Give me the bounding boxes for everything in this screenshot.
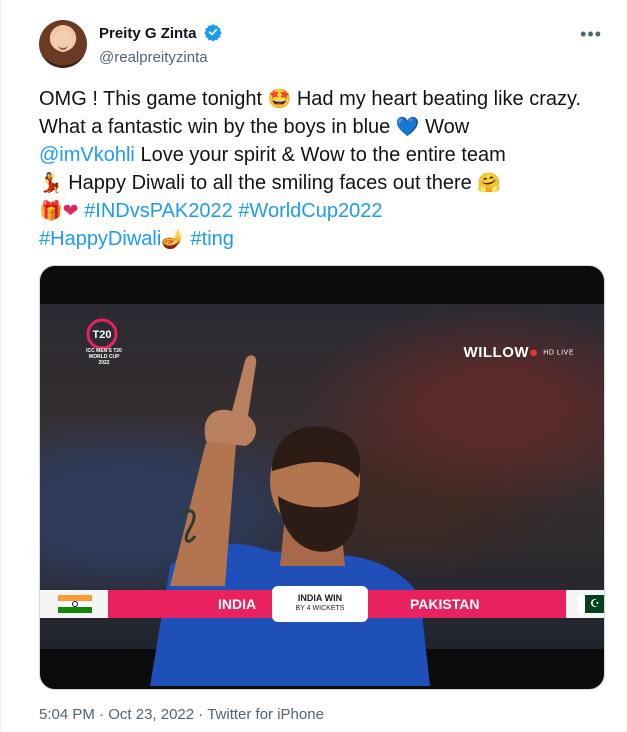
tweet-text-segment: Wow — [419, 116, 470, 138]
red-heart-emoji-icon: ❤ — [62, 200, 79, 222]
score-bar: ☪ INDIA INDIA WIN BY 4 WICKETS PAKISTAN — [40, 586, 604, 622]
dancer-emoji-icon: 💃 — [39, 172, 63, 194]
hashtag-link[interactable]: #INDvsPAK2022 — [84, 200, 233, 222]
gift-emoji-icon: 🎁 — [39, 200, 63, 222]
hashtag-link[interactable]: #WorldCup2022 — [238, 200, 382, 222]
separator: · — [94, 706, 109, 723]
author-handle[interactable]: @realpreityzinta — [99, 49, 222, 66]
more-options-icon[interactable]: ••• — [580, 24, 602, 45]
crescent-icon: ☪ — [590, 598, 600, 610]
tweet-photo[interactable]: T20 ICC MEN'S T20 WORLD CUP 2022 WILLOW●… — [39, 265, 605, 690]
tweet-metadata: 5:04 PM · Oct 23, 2022 · Twitter for iPh… — [39, 706, 324, 723]
team-left-name: INDIA — [218, 596, 257, 612]
result-sub: BY 4 WICKETS — [295, 605, 345, 612]
pakistan-flag-icon: ☪ — [578, 595, 604, 613]
diya-lamp-emoji-icon: 🪔 — [161, 228, 185, 250]
tweet-text-segment: Love your spirit & Wow to the entire tea… — [134, 144, 506, 166]
author-names: Preity G Zinta @realpreityzinta — [99, 23, 222, 66]
team-right-name: PAKISTAN — [410, 596, 480, 612]
tweet-time[interactable]: 5:04 PM — [39, 706, 95, 723]
broadcaster-name: WILLOW — [463, 344, 530, 361]
player-illustration — [150, 355, 430, 686]
broadcaster-sub: HD LIVE — [543, 349, 574, 357]
verified-badge-icon — [204, 23, 222, 46]
cricket-ball-icon: ● — [529, 344, 539, 361]
tweet-source[interactable]: Twitter for iPhone — [207, 706, 324, 723]
tweet-text: OMG ! This game tonight 🤩 Had my heart b… — [39, 85, 609, 253]
tweet-text-segment: OMG ! This game tonight — [39, 88, 268, 110]
avatar[interactable] — [39, 20, 87, 68]
hugging-emoji-icon: 🤗 — [477, 172, 501, 194]
hashtag-link[interactable]: #HappyDiwali — [39, 228, 161, 250]
tournament-name: ICC MEN'S T20 WORLD CUP 2022 — [86, 348, 122, 366]
tweet-header: Preity G Zinta @realpreityzinta ••• — [39, 18, 608, 70]
result-main: INDIA WIN — [297, 593, 343, 603]
tweet-date[interactable]: Oct 23, 2022 — [108, 706, 194, 723]
mention-link[interactable]: @imVkohli — [39, 144, 135, 166]
separator: · — [194, 706, 208, 723]
star-struck-emoji-icon: 🤩 — [267, 88, 292, 110]
result-box: INDIA WIN BY 4 WICKETS — [272, 586, 368, 622]
ashoka-chakra-icon — [72, 601, 78, 607]
author-display-name[interactable]: Preity G Zinta — [99, 25, 197, 42]
t20-logo-text: T20 — [93, 329, 112, 341]
hashtag-link[interactable]: #ting — [191, 228, 234, 250]
broadcaster-logo: WILLOW● HD LIVE — [464, 344, 574, 361]
blue-heart-emoji-icon: 💙 — [395, 116, 420, 138]
india-flag-icon — [58, 595, 92, 613]
tweet-text-segment: Happy Diwali to all the smiling faces ou… — [62, 172, 478, 194]
tweet-card: Preity G Zinta @realpreityzinta ••• OMG … — [0, 0, 627, 732]
